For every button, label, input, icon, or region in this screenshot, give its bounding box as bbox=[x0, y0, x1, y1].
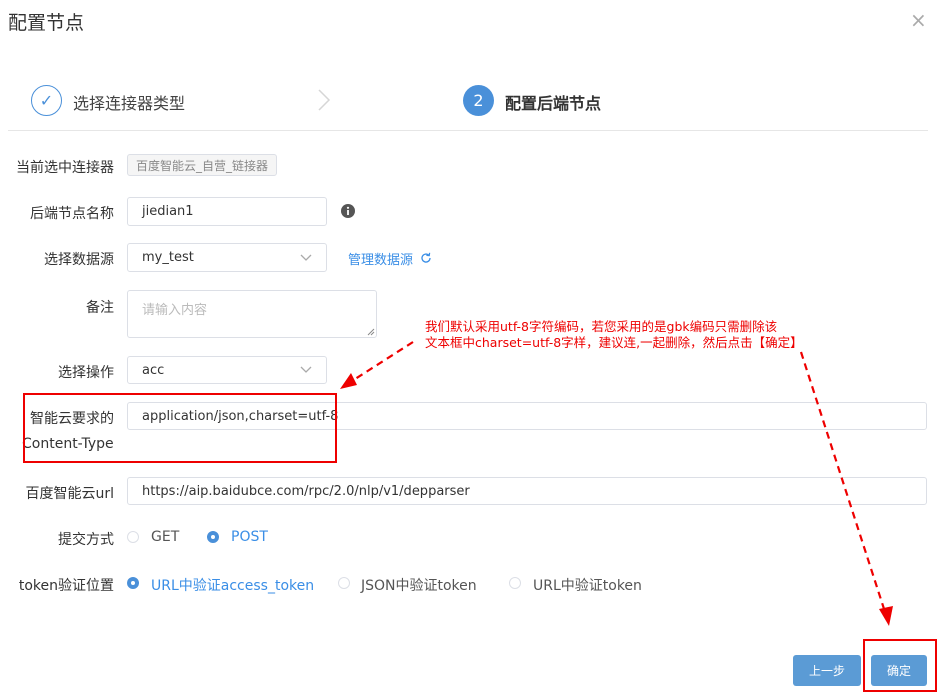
chevron-right-icon bbox=[318, 89, 331, 111]
step-done-icon: ✓ bbox=[31, 85, 62, 116]
annotation-line1: 我们默认采用utf-8字符编码，若您采用的是gbk编码只需删除该 bbox=[425, 319, 778, 334]
operation-label: 选择操作 bbox=[58, 365, 114, 381]
close-icon[interactable]: × bbox=[910, 8, 927, 32]
steps-divider bbox=[8, 130, 928, 131]
method-label: 提交方式 bbox=[58, 532, 114, 548]
radio-json-token-label[interactable]: JSON中验证token bbox=[361, 575, 477, 595]
datasource-label: 选择数据源 bbox=[44, 252, 114, 268]
datasource-select[interactable]: my_test bbox=[127, 243, 327, 272]
manage-datasource-link[interactable]: 管理数据源 bbox=[348, 249, 413, 268]
operation-select[interactable]: acc bbox=[127, 356, 327, 384]
radio-url-token[interactable] bbox=[509, 577, 521, 589]
url-value: https://aip.baidubce.com/rpc/2.0/nlp/v1/… bbox=[142, 483, 470, 499]
prev-step-button[interactable]: 上一步 bbox=[793, 655, 861, 686]
token-position-label: token验证位置 bbox=[18, 578, 114, 594]
remark-placeholder: 请输入内容 bbox=[142, 303, 208, 318]
radio-post-label[interactable]: POST bbox=[231, 529, 268, 545]
radio-get-label[interactable]: GET bbox=[151, 529, 179, 545]
url-label: 百度智能云url bbox=[25, 486, 114, 502]
radio-json-token[interactable] bbox=[338, 577, 350, 589]
refresh-icon[interactable] bbox=[420, 252, 432, 264]
connector-label: 当前选中连接器 bbox=[16, 160, 114, 176]
radio-url-access-token[interactable] bbox=[127, 577, 139, 589]
radio-post[interactable] bbox=[207, 531, 219, 543]
remark-label: 备注 bbox=[86, 300, 114, 316]
backend-name-value: jiedian1 bbox=[142, 204, 194, 219]
step-2-number: 2 bbox=[463, 85, 494, 116]
highlight-confirm-box bbox=[863, 639, 937, 692]
radio-url-access-token-label[interactable]: URL中验证access_token bbox=[151, 575, 314, 595]
operation-value: acc bbox=[142, 362, 165, 378]
step-2-label: 配置后端节点 bbox=[505, 94, 602, 113]
dialog-title: 配置节点 bbox=[8, 12, 85, 34]
step-1-label: 选择连接器类型 bbox=[73, 94, 186, 113]
chevron-down-icon bbox=[300, 366, 312, 373]
radio-get[interactable] bbox=[127, 531, 139, 543]
url-input[interactable]: https://aip.baidubce.com/rpc/2.0/nlp/v1/… bbox=[127, 477, 927, 505]
annotation-line2: 文本框中charset=utf-8字样，建议连,一起删除，然后点击【确定】 bbox=[425, 335, 803, 350]
info-icon[interactable] bbox=[341, 204, 355, 218]
connector-tag: 百度智能云_自营_链接器 bbox=[127, 154, 278, 176]
highlight-content-type-box bbox=[23, 393, 337, 463]
backend-name-label: 后端节点名称 bbox=[30, 206, 114, 222]
remark-textarea[interactable]: 请输入内容 bbox=[127, 290, 377, 338]
resize-handle-icon[interactable] bbox=[367, 328, 375, 336]
datasource-value: my_test bbox=[142, 250, 194, 265]
chevron-down-icon bbox=[300, 254, 312, 261]
radio-url-token-label[interactable]: URL中验证token bbox=[533, 575, 642, 595]
backend-name-input[interactable]: jiedian1 bbox=[127, 197, 327, 226]
